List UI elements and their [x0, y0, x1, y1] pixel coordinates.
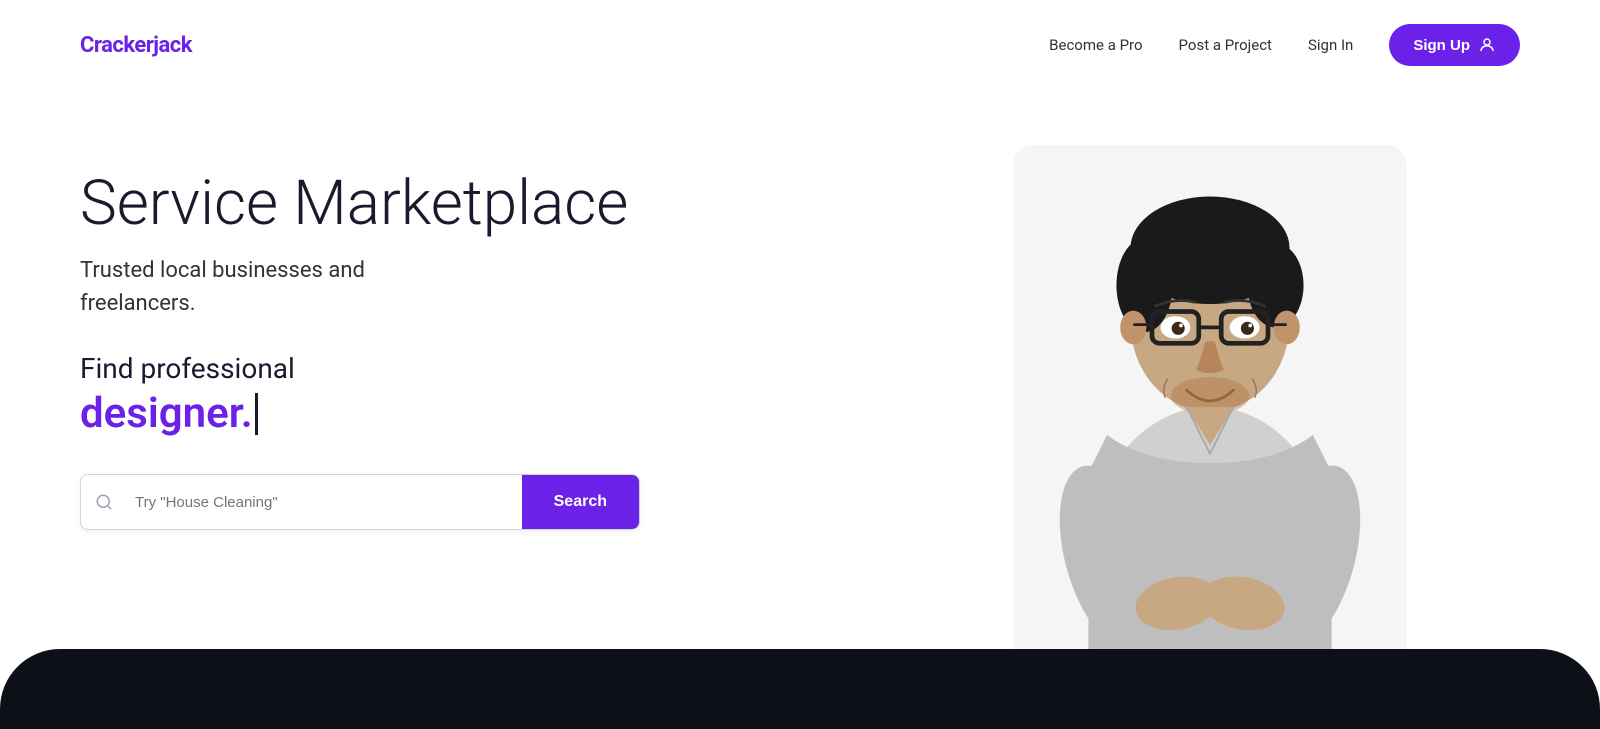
hero-subtitle-line1: Trusted local businesses and — [80, 258, 365, 283]
search-input[interactable] — [127, 476, 522, 529]
hero-person-image — [1000, 145, 1420, 725]
nav-become-pro[interactable]: Become a Pro — [1049, 36, 1142, 54]
animated-profession: designer. — [80, 389, 640, 438]
profession-word: designer. — [80, 389, 253, 438]
hero-section: Service Marketplace Trusted local busine… — [0, 90, 1600, 729]
hero-title: Service Marketplace — [80, 170, 640, 238]
hero-subtitle-line2: freelancers. — [80, 291, 196, 316]
logo-text: Crackerjack — [80, 33, 192, 58]
nav-links: Become a Pro Post a Project Sign In Sign… — [1049, 24, 1520, 66]
nav-post-project[interactable]: Post a Project — [1179, 36, 1272, 54]
hero-image-area — [820, 90, 1600, 729]
nav-sign-in[interactable]: Sign In — [1308, 36, 1353, 54]
search-bar: Search — [80, 474, 640, 530]
search-icon — [95, 493, 113, 511]
signup-label: Sign Up — [1413, 37, 1470, 54]
hero-subtitle: Trusted local businesses and freelancers… — [80, 254, 640, 320]
text-cursor — [255, 393, 258, 435]
user-icon — [1478, 36, 1496, 54]
search-button[interactable]: Search — [522, 475, 639, 529]
navbar: Crackerjack Become a Pro Post a Project … — [0, 0, 1600, 90]
signup-button[interactable]: Sign Up — [1389, 24, 1520, 66]
search-icon-wrapper — [81, 493, 127, 511]
bottom-strip — [0, 649, 1600, 729]
logo[interactable]: Crackerjack — [80, 33, 192, 58]
hero-content: Service Marketplace Trusted local busine… — [80, 130, 640, 530]
find-professional-text: Find professional — [80, 352, 640, 385]
